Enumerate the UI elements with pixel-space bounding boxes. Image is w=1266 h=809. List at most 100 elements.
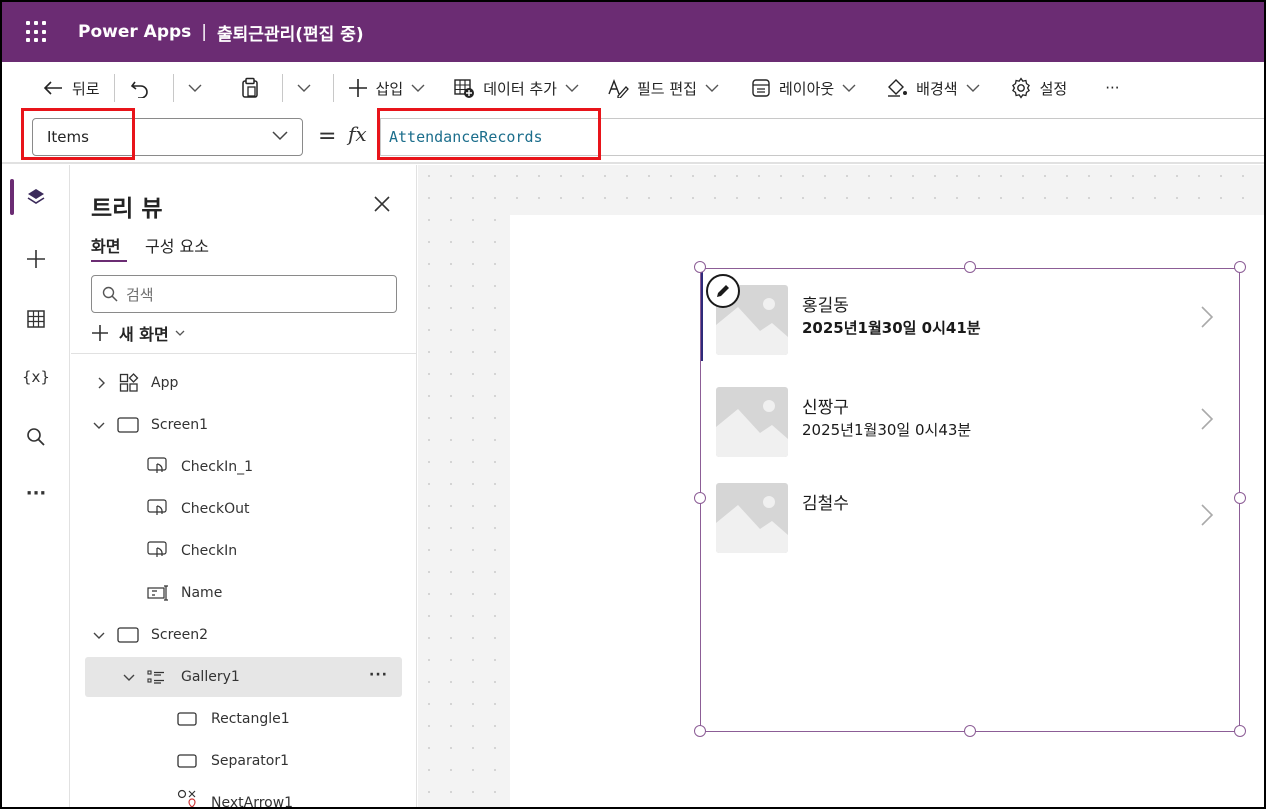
edit-fields-label: 필드 편집 [637, 79, 697, 98]
resize-handle[interactable] [694, 261, 706, 273]
tab-components[interactable]: 구성 요소 [145, 233, 209, 257]
search-rail-button[interactable] [2, 415, 70, 459]
screen-icon [117, 627, 139, 643]
chevron-down-icon [175, 330, 185, 336]
tree-node-label: CheckOut [181, 501, 250, 517]
tree-node-label: App [151, 375, 179, 391]
chevron-down-icon[interactable] [93, 419, 105, 431]
node-more-button[interactable]: ··· [369, 667, 388, 683]
background-color-label: 배경색 [916, 79, 958, 98]
highlight-box-property [21, 108, 135, 160]
equals-sign: = [318, 124, 337, 149]
data-rail-button[interactable] [2, 297, 70, 341]
tree-node-label: NextArrow1 [211, 795, 294, 809]
edit-fields-button[interactable]: 필드 편집 [599, 70, 727, 106]
toolbar-divider [172, 74, 174, 102]
tree-node-label: CheckIn_1 [181, 459, 253, 475]
toolbar-divider [332, 74, 334, 102]
tree-node-checkout[interactable]: CheckOut [71, 489, 417, 529]
background-color-button[interactable]: 배경색 [878, 70, 987, 106]
undo-dropdown[interactable] [180, 70, 218, 106]
resize-handle[interactable] [964, 725, 976, 737]
chevron-down-icon[interactable] [123, 671, 135, 683]
header-separator: | [201, 22, 208, 42]
insert-button[interactable]: 삽입 [340, 70, 434, 106]
fx-icon: fx [348, 122, 367, 146]
tree-node-screen1[interactable]: Screen1 [71, 405, 417, 445]
search-placeholder: 검색 [126, 285, 154, 304]
tab-screens[interactable]: 화면 [91, 233, 120, 257]
table-icon [27, 310, 45, 328]
tree-node-gallery1[interactable]: Gallery1 ··· [85, 657, 402, 697]
tree-node-checkin[interactable]: CheckIn [71, 531, 417, 571]
tree-search-input[interactable]: 검색 [91, 275, 397, 313]
resize-handle[interactable] [694, 492, 706, 504]
formula-bar-divider [2, 162, 1264, 164]
gear-icon [1011, 77, 1030, 99]
insert-rail-button[interactable] [2, 237, 70, 281]
new-screen-label: 새 화면 [119, 325, 169, 344]
search-icon [27, 428, 45, 446]
paste-dropdown[interactable] [289, 70, 327, 106]
tree-node-label: Screen1 [151, 417, 209, 433]
rectangle-icon [177, 754, 197, 768]
chevron-right-icon[interactable] [95, 377, 107, 389]
button-icon [147, 541, 167, 557]
new-screen-button[interactable]: 새 화면 [91, 321, 195, 345]
tree-view-rail-button[interactable] [2, 175, 70, 219]
add-data-button[interactable]: 데이터 추가 [445, 70, 587, 106]
more-icon: ··· [25, 482, 47, 504]
tree-view-panel: 트리 뷰 화면 구성 요소 검색 새 화면 App Screen1 CheckI… [71, 165, 417, 809]
resize-handle[interactable] [964, 261, 976, 273]
tree-node-screen2[interactable]: Screen2 [71, 615, 417, 655]
resize-handle[interactable] [694, 725, 706, 737]
chevron-down-icon [188, 84, 202, 92]
add-data-label: 데이터 추가 [483, 79, 557, 98]
settings-button[interactable]: 설정 [1002, 70, 1076, 106]
gallery-selection-frame[interactable] [700, 268, 1240, 732]
resize-handle[interactable] [1234, 261, 1246, 273]
icon-control-icon [177, 789, 196, 807]
undo-button[interactable] [121, 70, 167, 106]
add-data-icon [454, 79, 475, 98]
chevron-down-icon[interactable] [93, 629, 105, 641]
tree-node-name[interactable]: Name [71, 573, 417, 613]
tree-node-rectangle1[interactable]: Rectangle1 [71, 699, 417, 739]
product-name[interactable]: Power Apps [78, 22, 191, 42]
paste-button[interactable] [232, 70, 276, 106]
edit-fields-icon [608, 79, 629, 98]
more-rail-button[interactable]: ··· [2, 471, 70, 515]
resize-handle[interactable] [1234, 725, 1246, 737]
close-icon[interactable] [373, 195, 391, 213]
app-icon [119, 373, 139, 392]
tree-node-nextarrow1[interactable]: NextArrow1 [71, 783, 417, 809]
tree-node-separator1[interactable]: Separator1 [71, 741, 417, 781]
back-arrow-icon [43, 81, 62, 95]
layout-button[interactable]: 레이아웃 [743, 70, 864, 106]
plus-icon [348, 79, 367, 97]
tree-node-label: Gallery1 [181, 669, 240, 685]
tree-node-label: Name [181, 585, 223, 601]
search-icon [102, 286, 118, 302]
undo-icon [130, 81, 148, 98]
app-launcher-icon[interactable] [26, 21, 48, 43]
tree-node-checkin-1[interactable]: CheckIn_1 [71, 447, 417, 487]
tree-node-app[interactable]: App [71, 363, 417, 403]
insert-label: 삽입 [375, 79, 404, 98]
more-commands-button[interactable]: ··· [1097, 70, 1127, 106]
layout-label: 레이아웃 [778, 79, 835, 98]
tree-divider [71, 353, 417, 354]
back-button[interactable]: 뒤로 [34, 70, 108, 106]
resize-handle[interactable] [1234, 492, 1246, 504]
background-color-icon [888, 79, 908, 97]
variables-icon: {x} [22, 368, 50, 386]
design-canvas[interactable]: 홍길동 2025년1월30일 0시41분 신짱구 2025년1월30일 0시43… [418, 165, 1264, 807]
back-label: 뒤로 [72, 79, 100, 98]
chevron-down-icon [297, 84, 311, 92]
variables-rail-button[interactable]: {x} [2, 355, 70, 399]
clipboard-icon [241, 77, 258, 98]
text-input-icon [147, 585, 168, 601]
tree-node-label: CheckIn [181, 543, 238, 559]
chevron-down-icon [842, 84, 856, 92]
left-rail: {x} ··· [2, 165, 70, 807]
